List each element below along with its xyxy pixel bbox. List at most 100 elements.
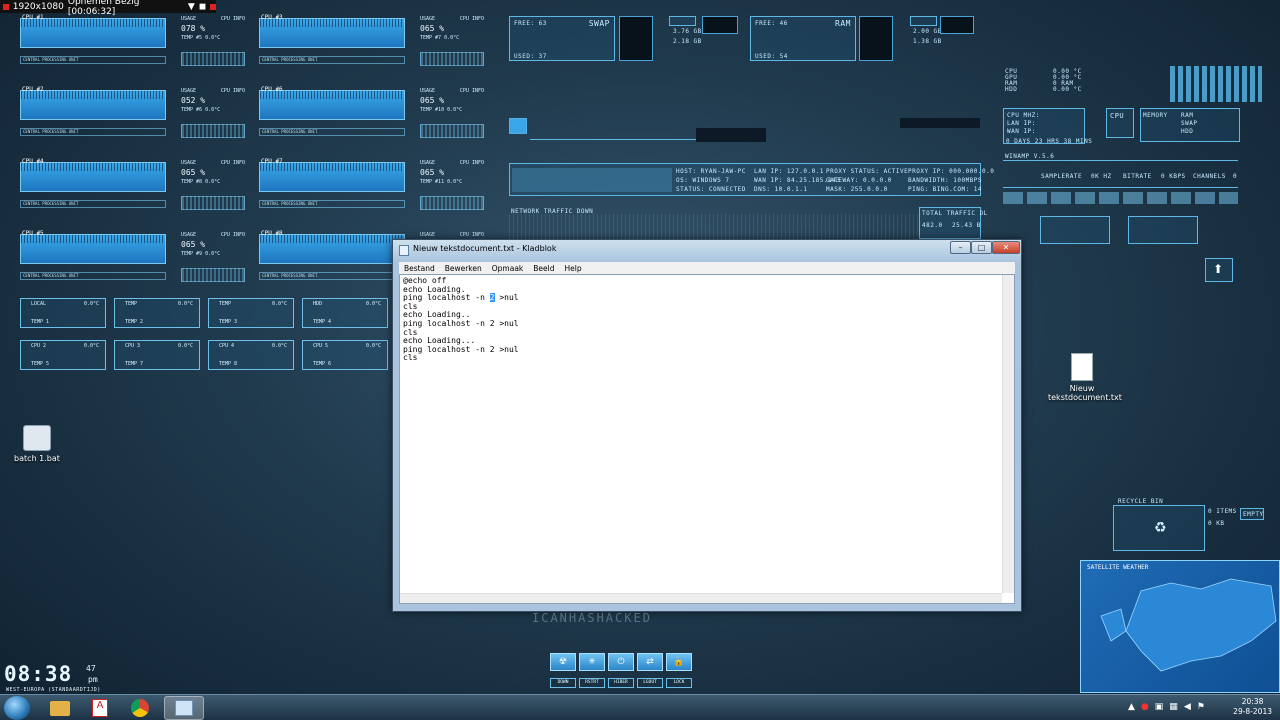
total-traffic-label: TOTAL TRAFFIC DL (922, 210, 988, 217)
tray-network-icon[interactable]: ▦ (1169, 702, 1178, 712)
menu-help[interactable]: Help (560, 264, 587, 273)
notepad-text-area[interactable]: @echo off echo Loading. ping localhost -n … (399, 274, 1015, 604)
cpu-graph-panel: CPU #2 CENTRAL PROCESSING UNIT (20, 86, 166, 142)
menu-opmaak[interactable]: Opmaak (487, 264, 529, 273)
notepad-window[interactable]: Nieuw tekstdocument.txt - Kladblok – □ ✕… (392, 239, 1022, 612)
stop-icon[interactable] (210, 3, 217, 10)
notepad-icon (175, 700, 193, 716)
taskbar-explorer[interactable] (42, 696, 78, 720)
clock-seconds: 47 (86, 664, 96, 673)
menu-bewerken[interactable]: Bewerken (440, 264, 487, 273)
dock-label: RSTRT (579, 678, 605, 688)
maximize-button[interactable]: □ (971, 241, 992, 254)
cpu-name: CPU #5 (22, 230, 44, 237)
cpu-usage-graph (20, 234, 166, 264)
cpu-graph-panel: CPU #8 CENTRAL PROCESSING UNIT (259, 230, 405, 286)
sysinfo-wan-ip: WAN IP: (1007, 128, 1036, 135)
cpu-usage-panel: USAGE CPU INFO 065 % TEMP #10 0.0°C (420, 88, 484, 144)
minimize-button[interactable]: – (950, 241, 971, 254)
usage-head-label: USAGE (181, 88, 197, 94)
taskbar-chrome[interactable] (122, 696, 158, 720)
weather-map (1100, 578, 1277, 672)
start-button[interactable] (4, 696, 30, 720)
cpu-temp-label: TEMP #11 (420, 179, 445, 185)
temp-sensor-label: TEMP 3 (219, 319, 238, 325)
temp-sensor-label: TEMP 2 (125, 319, 144, 325)
recycle-bin-widget[interactable]: RECYCLE BIN ♻ (1113, 498, 1205, 551)
dock-lgout-button[interactable]: ⇄ (637, 653, 663, 671)
cpu-name: CPU #1 (22, 14, 44, 21)
temp-sensor-label: TEMP 5 (31, 361, 50, 367)
dock-rstrt-button[interactable]: ✳ (579, 653, 605, 671)
winamp-controls[interactable] (1003, 192, 1238, 204)
net-dns: DNS: 10.0.1.1 (754, 186, 808, 193)
batch-label: batch 1.bat (14, 454, 60, 463)
desktop-icon-textfile[interactable]: Nieuw tekstdocument.txt (1048, 353, 1122, 402)
camera-icon[interactable]: ◼ (199, 2, 206, 12)
ram-buttons[interactable] (940, 16, 974, 34)
cpu-name: CPU #8 (261, 230, 283, 237)
text-line: ping localhost -n 2 >nul (403, 344, 519, 354)
desktop-icon-batch[interactable]: batch 1.bat (14, 425, 60, 463)
swap-value-1: 3.76 GB (673, 28, 702, 35)
cpu-info-label: CPU INFO (220, 88, 245, 94)
notepad-text[interactable]: @echo off echo Loading. ping localhost -n … (403, 276, 519, 363)
tray-arrow-icon[interactable]: ▲ (1128, 702, 1135, 712)
cpu-graph-panel: CPU #7 CENTRAL PROCESSING UNIT (259, 158, 405, 214)
swap-gauge (669, 16, 696, 26)
notepad-titlebar[interactable]: Nieuw tekstdocument.txt - Kladblok – □ ✕ (393, 240, 1021, 261)
temp-sensor-box: TEMP 0.0°C TEMP 3 (208, 298, 294, 328)
tray-record-icon[interactable]: ● (1141, 702, 1149, 712)
vertical-scrollbar[interactable] (1002, 275, 1014, 593)
cpu-temp-value: 0.0°C (444, 35, 460, 41)
ram-gauge (910, 16, 937, 26)
cpu-usage-panel: USAGE CPU INFO 052 % TEMP #6 0.0°C (181, 88, 245, 144)
cpu-graph-panel: CPU #5 CENTRAL PROCESSING UNIT (20, 230, 166, 286)
ram-value-1: 2.00 GB (913, 28, 942, 35)
cpu-usage-bar (420, 124, 484, 138)
horizontal-scrollbar[interactable] (400, 593, 1002, 603)
dock-hiber-button[interactable]: ⏻ (608, 653, 634, 671)
winamp-bitrate: BITRATE (1123, 173, 1152, 180)
taskbar-notepad[interactable] (164, 696, 204, 720)
chrome-icon (131, 699, 149, 717)
recorder-bar: 1920x1080 Opnemen Bezig [00:06:32] ▼ ◼ (0, 0, 217, 17)
tray-volume-icon[interactable]: ◀ (1184, 702, 1191, 712)
dock-lock-button[interactable]: 🔒 (666, 653, 692, 671)
traffic-graph (509, 214, 919, 240)
tray-acrobat-icon[interactable]: ▣ (1155, 702, 1164, 712)
temp-sensor-label: TEMP 4 (313, 319, 332, 325)
cpu-name: CPU #3 (261, 14, 283, 21)
cpu-footer: CENTRAL PROCESSING UNIT (20, 272, 166, 280)
cpu-usage-graph (259, 234, 405, 264)
cpu-mini-label: CPU (1110, 112, 1125, 120)
cpu-usage-value: 065 % (181, 168, 206, 177)
dropdown-icon[interactable]: ▼ (188, 2, 195, 12)
recycle-empty-button[interactable]: EMPTY (1240, 508, 1264, 520)
ram-display (859, 16, 893, 61)
total-traffic-b: 25.43 B (952, 222, 981, 229)
up-arrow-button[interactable]: ⬆ (1205, 258, 1233, 282)
batch-file-icon (23, 425, 51, 451)
pdf-icon: A (92, 699, 108, 717)
temp-sensor-name: TEMP (125, 301, 138, 307)
menu-beeld[interactable]: Beeld (528, 264, 559, 273)
dock-down-button[interactable]: ☢ (550, 653, 576, 671)
memory-panel: MEMORY RAM SWAP HDD (1140, 108, 1240, 142)
cpu-usage-bar (420, 196, 484, 210)
swap-buttons[interactable] (702, 16, 738, 34)
media-display (696, 128, 766, 142)
cpu-temp-value: 0.0°C (205, 107, 221, 113)
swap-free: FREE: 63 (514, 20, 547, 27)
close-button[interactable]: ✕ (992, 241, 1020, 254)
tray-flag-icon[interactable]: ⚑ (1197, 702, 1205, 712)
network-icon[interactable] (509, 118, 527, 134)
menu-bestand[interactable]: Bestand (399, 264, 440, 273)
taskbar-time: 20:38 (1241, 697, 1264, 706)
taskbar-acrobat[interactable]: A (82, 696, 118, 720)
system-tray[interactable]: ▲ ● ▣ ▦ ◀ ⚑ (1128, 702, 1205, 712)
cpu-usage-value: 065 % (420, 24, 445, 33)
cpu-usage-value: 052 % (181, 96, 206, 105)
taskbar-clock[interactable]: 20:38 29-8-2013 (1233, 697, 1272, 717)
cpu-graph-panel: CPU #1 CENTRAL PROCESSING UNIT (20, 14, 166, 70)
